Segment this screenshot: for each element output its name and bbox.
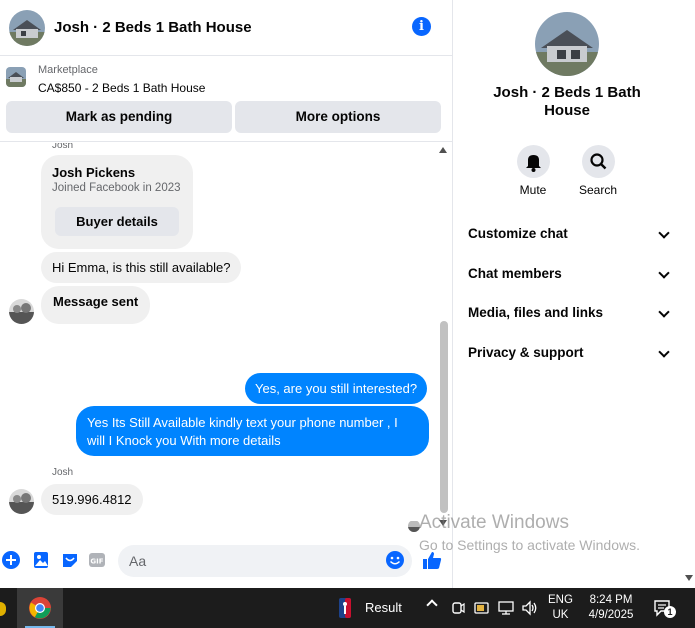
profile-name[interactable]: Josh Pickens — [52, 165, 135, 180]
message-bubble[interactable]: Message sent — [41, 286, 151, 324]
menu-privacy-support[interactable]: Privacy & support — [468, 345, 670, 360]
menu-label: Media, files and links — [468, 305, 604, 320]
chevron-down-icon — [658, 267, 670, 279]
taskbar: Result ENG UK 8:24 PM 4/9/2025 1 — [0, 588, 695, 628]
search-label: Search — [578, 183, 618, 197]
language-indicator[interactable]: ENG UK — [548, 593, 573, 623]
nba-icon[interactable] — [339, 598, 351, 618]
listing-thumbnail[interactable] — [6, 67, 26, 87]
sent-message-bubble[interactable]: Yes, are you still interested? — [245, 373, 428, 404]
composer: GIF Aa — [0, 540, 452, 584]
profile-title: Josh · 2 Beds 1 Bath House — [493, 84, 641, 119]
like-thumb-icon[interactable] — [422, 550, 442, 570]
message-line: will I Knock you With more details — [87, 433, 281, 448]
chat-details-panel: Josh · 2 Beds 1 Bath House Mute Search C… — [452, 0, 695, 588]
clock-time: 8:24 PM — [589, 594, 633, 606]
menu-label: Customize chat — [468, 226, 568, 241]
profile-joined: Joined Facebook in 2023 — [52, 182, 181, 194]
message-line: Yes Its Still Available kindly text your… — [87, 415, 398, 430]
menu-media-files[interactable]: Media, files and links — [468, 305, 670, 320]
sender-avatar[interactable] — [9, 299, 34, 324]
profile-avatar[interactable] — [535, 12, 599, 76]
message-bubble[interactable]: 519.996.4812 — [41, 484, 143, 515]
notification-count-badge: 1 — [664, 606, 676, 618]
gif-icon[interactable]: GIF — [88, 551, 106, 569]
header-avatar[interactable] — [9, 9, 45, 46]
clock-date: 4/9/2025 — [588, 609, 634, 621]
chat-scrollbar[interactable] — [438, 143, 450, 531]
mute-label: Mute — [519, 183, 547, 197]
search-icon — [581, 145, 615, 178]
chevron-down-icon — [658, 306, 670, 318]
chevron-down-icon — [658, 346, 670, 358]
chat-title[interactable]: Josh · 2 Beds 1 Bath House — [54, 19, 252, 36]
message-list: Josh Josh Pickens Joined Facebook in 202… — [0, 143, 452, 540]
sticker-icon[interactable] — [61, 551, 79, 569]
panel-scroll-down-arrow[interactable] — [685, 575, 693, 581]
menu-label: Privacy & support — [468, 345, 584, 360]
keyboard-region: UK — [552, 609, 569, 621]
meet-icon[interactable] — [451, 601, 465, 615]
message-bubble[interactable]: Hi Emma, is this still available? — [41, 252, 242, 283]
chrome-taskbar-button[interactable] — [17, 588, 63, 628]
sender-name: Josh — [52, 467, 74, 478]
bell-icon — [516, 145, 550, 178]
menu-label: Chat members — [468, 266, 562, 281]
emoji-icon[interactable] — [386, 551, 404, 569]
chevron-up-icon[interactable] — [426, 599, 438, 611]
sent-message-bubble[interactable]: Yes Its Still Available kindly text your… — [76, 406, 429, 456]
marketplace-banner: Marketplace CA$850 - 2 Beds 1 Bath House… — [0, 56, 452, 142]
widget-result-label[interactable]: Result — [365, 600, 402, 615]
info-icon[interactable]: i — [412, 17, 431, 36]
scroll-thumb[interactable] — [440, 321, 448, 513]
sender-name: Josh — [52, 143, 74, 151]
chat-header: Josh · 2 Beds 1 Bath House i — [0, 0, 452, 56]
chrome-icon — [29, 597, 51, 619]
scroll-up-arrow[interactable] — [439, 147, 447, 153]
sender-avatar[interactable] — [9, 489, 34, 514]
marketplace-label: Marketplace — [38, 64, 98, 76]
photo-icon[interactable] — [32, 551, 50, 569]
network-icon[interactable] — [498, 601, 514, 615]
search-button[interactable]: Search — [568, 145, 628, 197]
app-icon-partial[interactable] — [0, 602, 6, 616]
listing-title[interactable]: CA$850 - 2 Beds 1 Bath House — [38, 81, 205, 95]
chat-panel: Josh · 2 Beds 1 Bath House i Marketplace… — [0, 0, 452, 588]
activate-windows-title: Activate Windows — [419, 512, 569, 533]
battery-saver-icon[interactable] — [474, 600, 490, 616]
menu-chat-members[interactable]: Chat members — [468, 266, 670, 281]
notification-center[interactable]: 1 — [653, 599, 676, 618]
volume-icon[interactable] — [521, 600, 539, 616]
plus-circle-icon[interactable] — [2, 551, 20, 569]
svg-text:GIF: GIF — [90, 558, 103, 566]
mark-pending-button[interactable]: Mark as pending — [6, 101, 232, 133]
more-options-button[interactable]: More options — [235, 101, 441, 133]
profile-card: Josh Pickens Joined Facebook in 2023 Buy… — [41, 155, 193, 249]
activate-windows-subtitle: Go to Settings to activate Windows. — [419, 537, 640, 553]
message-input[interactable]: Aa — [118, 545, 412, 577]
chevron-down-icon — [658, 227, 670, 239]
mute-button[interactable]: Mute — [503, 145, 563, 197]
language-code: ENG — [548, 594, 573, 606]
buyer-details-button[interactable]: Buyer details — [55, 207, 179, 236]
menu-customize-chat[interactable]: Customize chat — [468, 226, 670, 241]
clock[interactable]: 8:24 PM 4/9/2025 — [586, 593, 636, 623]
